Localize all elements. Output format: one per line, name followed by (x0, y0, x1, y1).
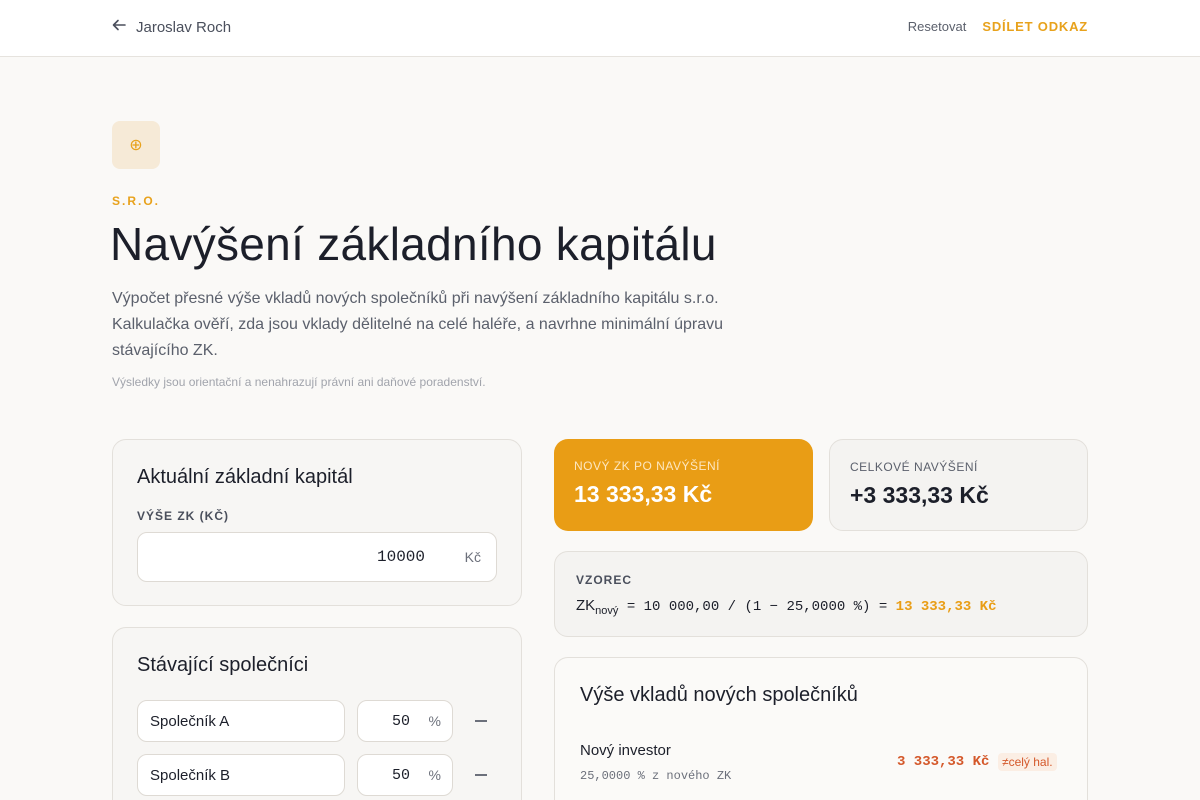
partner-name-input[interactable]: Společník A (137, 700, 345, 742)
capital-input[interactable]: 10000 Kč (137, 532, 497, 582)
top-actions: Resetovat SDÍLET ODKAZ (908, 19, 1088, 34)
category-eyebrow: S.R.O. (112, 194, 161, 208)
page-description: Výpočet přesné výše vkladů nových společ… (112, 290, 724, 359)
disclaimer: Výsledky jsou orientační a nenahrazují p… (112, 375, 486, 389)
partner-percent-input[interactable]: 50 % (357, 754, 453, 796)
partner-percent-value: 50 (391, 767, 410, 784)
formula-card: VZOREC ZKnový = 10 000,00 / (1 − 25,0000… (554, 551, 1088, 637)
card-title: Aktuální základní kapitál (137, 466, 353, 488)
formula-body: = 10 000,00 / (1 − 25,0000 %) = (618, 599, 896, 615)
partner-name-value: Společník A (150, 713, 230, 730)
calculator-badge-icon: ⊕ (112, 121, 160, 169)
top-bar: Jaroslav Roch Resetovat SDÍLET ODKAZ (0, 0, 1200, 57)
share-link-button[interactable]: SDÍLET ODKAZ (982, 19, 1088, 34)
new-contributions-card: Výše vkladů nových společníků Nový inves… (554, 657, 1088, 800)
investor-share: 25,0000 % z nového ZK (580, 769, 732, 783)
reset-button[interactable]: Resetovat (908, 19, 967, 34)
formula-lhs-subscript: nový (595, 604, 619, 617)
currency-suffix: Kč (464, 549, 481, 565)
new-capital-label: NOVÝ ZK PO NAVÝŠENÍ (574, 459, 720, 473)
investor-amount: 3 333,33 Kč (897, 754, 990, 770)
card-title: Výše vkladů nových společníků (580, 684, 858, 706)
formula-expression: ZKnový = 10 000,00 / (1 − 25,0000 %) = 1… (576, 597, 997, 617)
partner-name-input[interactable]: Společník B (137, 754, 345, 796)
back-link[interactable]: Jaroslav Roch (112, 18, 231, 36)
remove-partner-icon[interactable] (472, 712, 490, 730)
page-title: Navýšení základního kapitálu (110, 218, 717, 270)
arrow-left-icon (112, 18, 126, 36)
back-link-label: Jaroslav Roch (136, 18, 232, 36)
new-capital-value: 13 333,33 Kč (574, 481, 713, 507)
percent-suffix: % (428, 767, 441, 783)
field-label: VÝŠE ZK (KČ) (137, 509, 230, 523)
percent-suffix: % (428, 713, 441, 729)
current-capital-card: Aktuální základní kapitál VÝŠE ZK (KČ) 1… (112, 439, 522, 606)
capital-input-value: 10000 (376, 548, 425, 566)
total-increase-label: CELKOVÉ NAVÝŠENÍ (850, 460, 978, 474)
formula-lhs: ZK (576, 597, 596, 614)
remove-partner-icon[interactable] (472, 766, 490, 784)
partner-percent-value: 50 (391, 713, 410, 730)
card-title: Stávající společníci (137, 654, 309, 676)
new-capital-tile: NOVÝ ZK PO NAVÝŠENÍ 13 333,33 Kč (554, 439, 813, 531)
partner-name-value: Společník B (150, 767, 231, 784)
total-increase-tile: CELKOVÉ NAVÝŠENÍ +3 333,33 Kč (829, 439, 1088, 531)
partner-percent-input[interactable]: 50 % (357, 700, 453, 742)
formula-result: 13 333,33 Kč (895, 599, 997, 615)
total-increase-value: +3 333,33 Kč (850, 482, 989, 508)
non-whole-haler-badge: ≠celý hal. (998, 753, 1057, 771)
investor-name: Nový investor (580, 742, 671, 759)
existing-partners-card: Stávající společníci Společník A 50 % Sp… (112, 627, 522, 800)
formula-label: VZOREC (576, 573, 633, 587)
